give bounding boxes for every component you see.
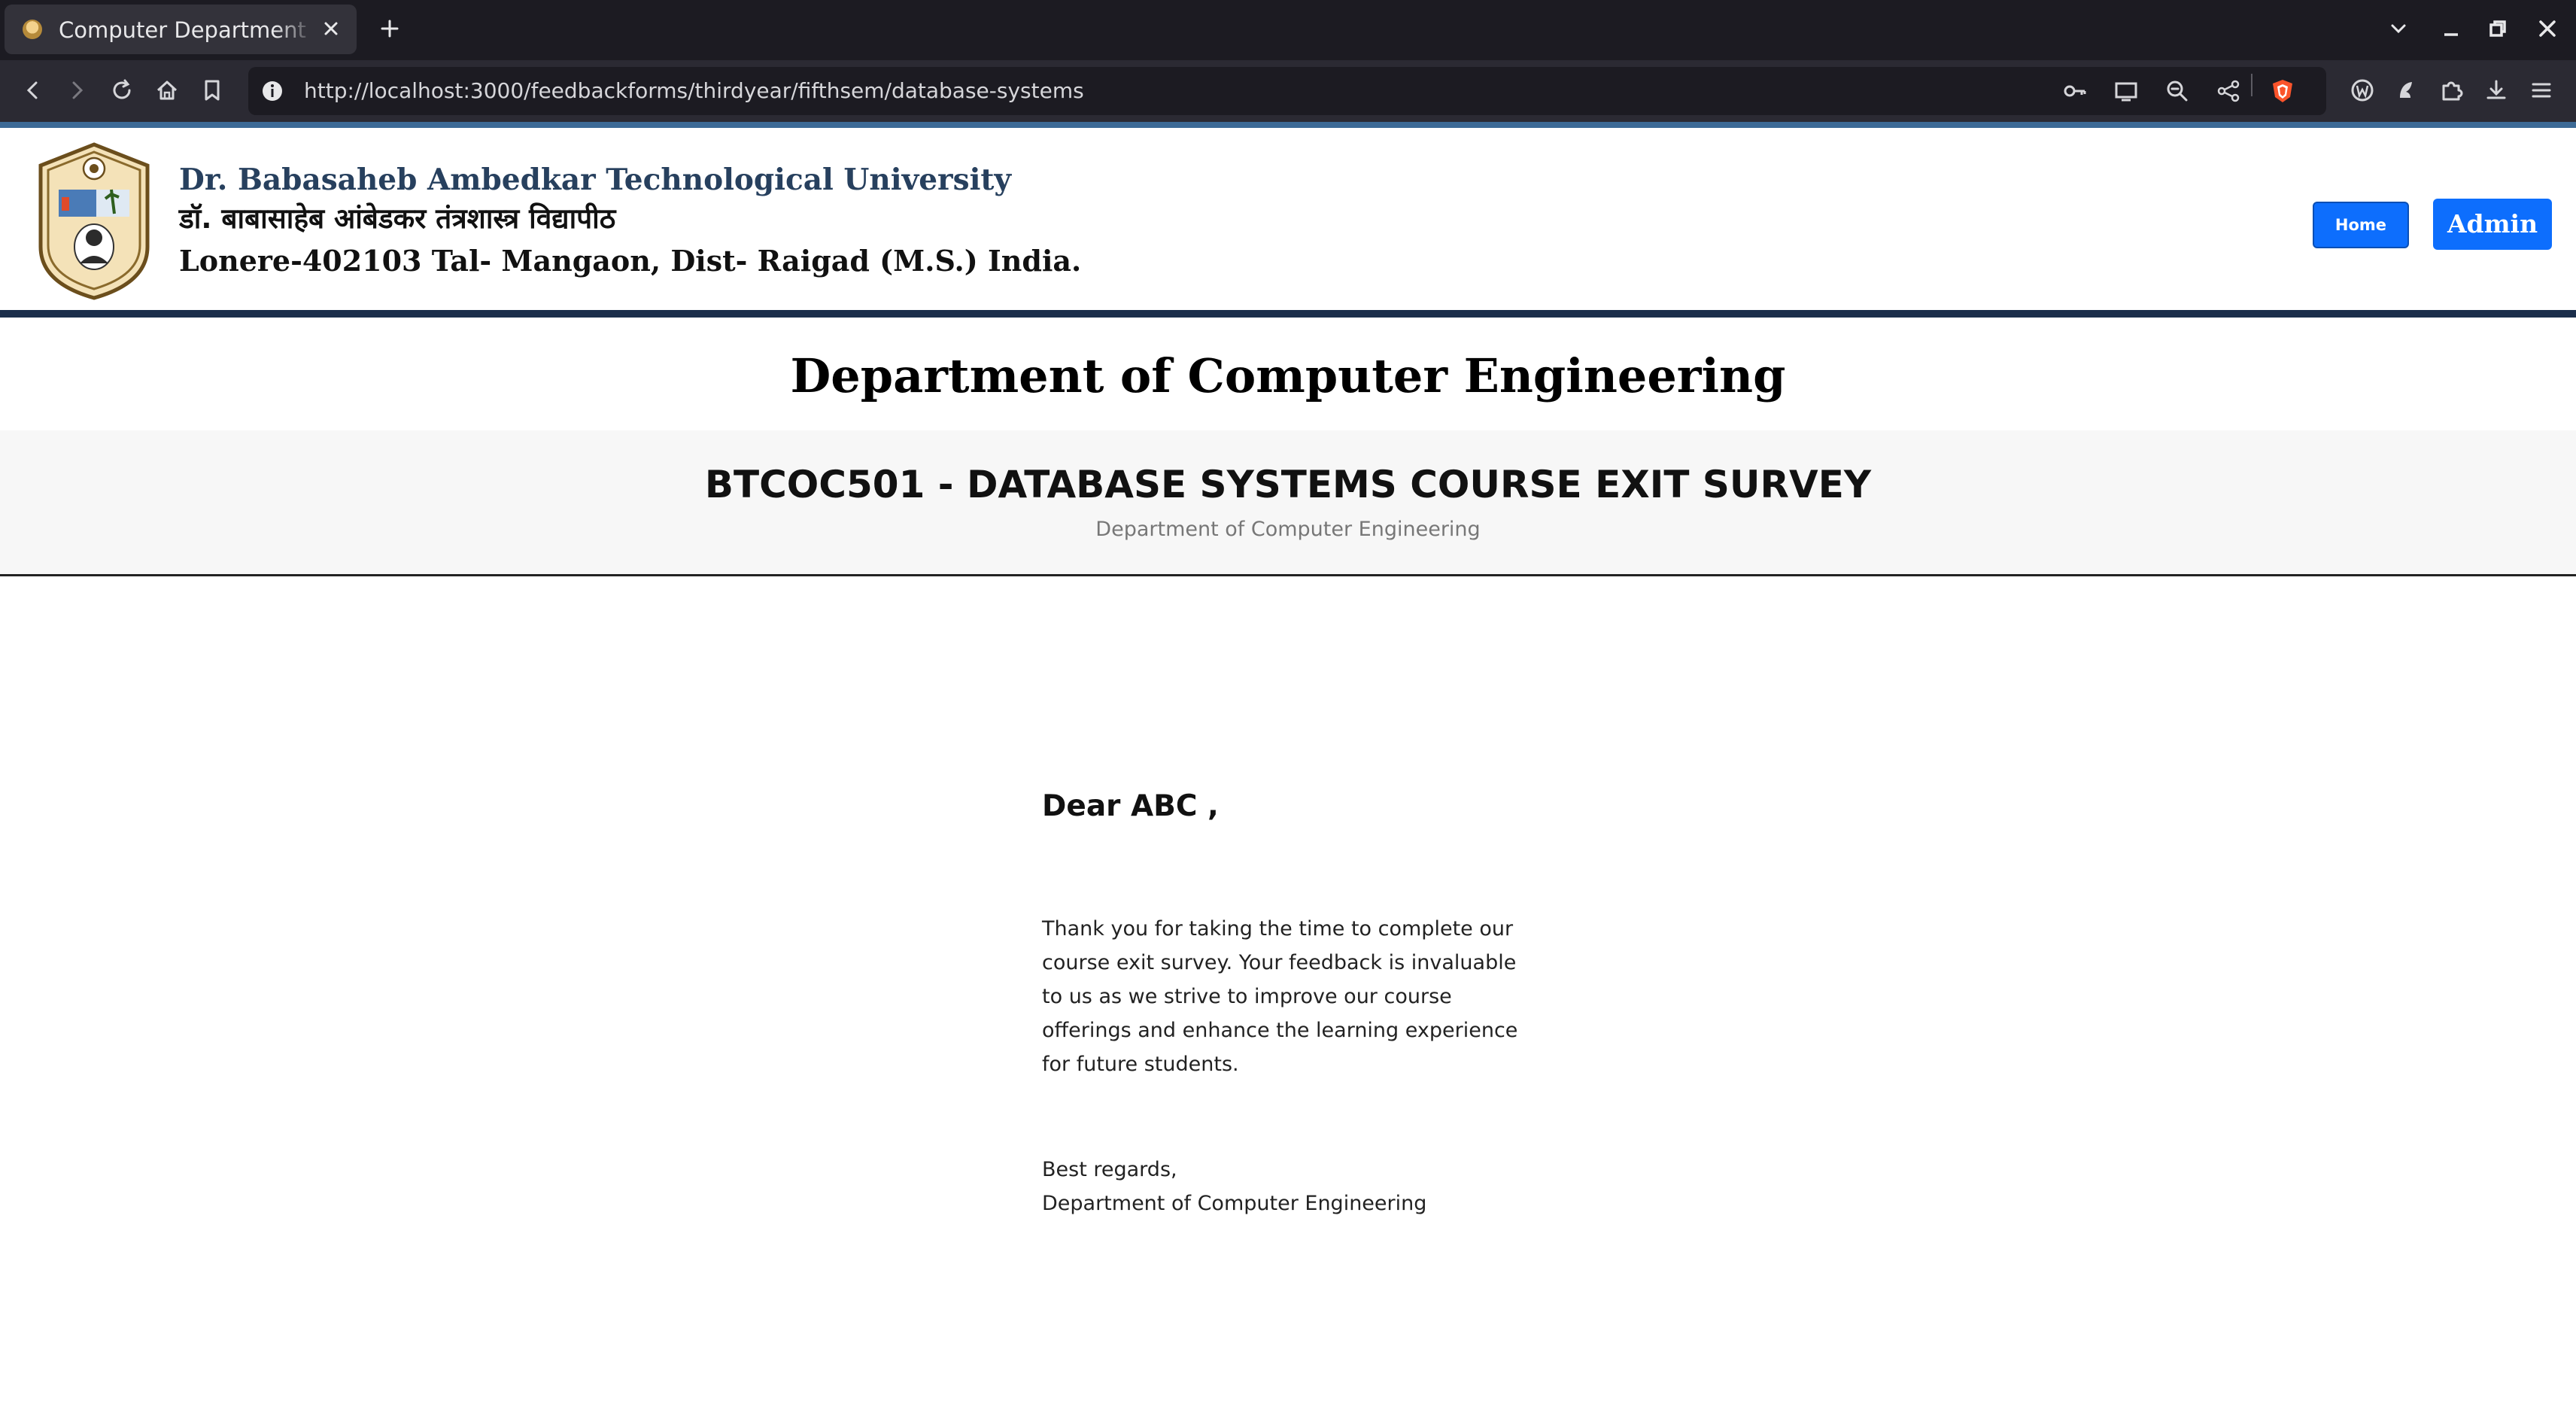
survey-banner: BTCOC501 - DATABASE SYSTEMS COURSE EXIT … [0,430,2576,576]
share-icon[interactable] [2215,77,2242,105]
tab-list-chevron-icon[interactable] [2385,15,2412,42]
signature: Department of Computer Engineering [1042,1192,1427,1215]
browser-toolbar: http://localhost:3000/feedbackforms/thir… [0,60,2576,122]
department-title: Department of Computer Engineering [790,348,1786,403]
key-icon[interactable] [2061,77,2088,105]
tab-title: Computer Department Course Exit Survey [59,17,314,43]
brave-shield-icon[interactable] [2269,77,2296,105]
admin-button[interactable]: Admin [2433,199,2552,250]
back-icon[interactable] [18,75,48,105]
browser-tab[interactable]: Computer Department Course Exit Survey [5,5,357,54]
address-bar[interactable]: http://localhost:3000/feedbackforms/thir… [248,67,2326,115]
greeting: Dear ABC , [1042,789,1219,823]
university-logo [38,142,150,300]
browser-tab-bar: Computer Department Course Exit Survey [0,0,2576,60]
thank-you-letter: Dear ABC , Thank you for taking the time… [1042,783,1523,1220]
extensions-icon[interactable] [2436,75,2466,105]
site-favicon-icon [23,20,42,39]
closing: Best regards, [1042,1158,1177,1181]
url-text[interactable]: http://localhost:3000/feedbackforms/thir… [304,77,1084,105]
wallet-icon[interactable] [2347,75,2377,105]
bookmark-icon[interactable] [197,75,227,105]
survey-title: BTCOC501 - DATABASE SYSTEMS COURSE EXIT … [704,463,1872,506]
minimize-icon[interactable] [2438,15,2465,42]
university-address: Lonere-402103 Tal- Mangaon, Dist- Raigad… [179,244,1082,278]
toolbar-accent-strip [0,122,2576,128]
close-window-icon[interactable] [2534,15,2561,42]
close-tab-icon[interactable] [317,15,345,42]
new-tab-icon[interactable] [376,15,403,42]
university-name-marathi: डॉ. बाबासाहेब आंबेडकर तंत्रशास्त्र विद्य… [179,202,616,235]
home-button[interactable]: Home [2313,202,2409,248]
site-header: Dr. Babasaheb Ambedkar Technological Uni… [0,128,2576,318]
thank-you-message: Thank you for taking the time to complet… [1042,917,1518,1076]
menu-icon[interactable] [2526,75,2556,105]
zoom-out-icon[interactable] [2164,77,2191,105]
leo-icon[interactable] [2391,75,2421,105]
download-icon[interactable] [2481,75,2511,105]
forward-icon[interactable] [62,75,92,105]
cast-icon[interactable] [2113,77,2140,105]
home-icon[interactable] [152,75,182,105]
survey-subtitle: Department of Computer Engineering [1095,518,1481,541]
university-name-english: Dr. Babasaheb Ambedkar Technological Uni… [179,163,1012,197]
site-info-icon[interactable] [260,79,284,103]
restore-icon[interactable] [2484,15,2511,42]
reload-icon[interactable] [107,75,137,105]
toolbar-separator [2251,74,2252,96]
